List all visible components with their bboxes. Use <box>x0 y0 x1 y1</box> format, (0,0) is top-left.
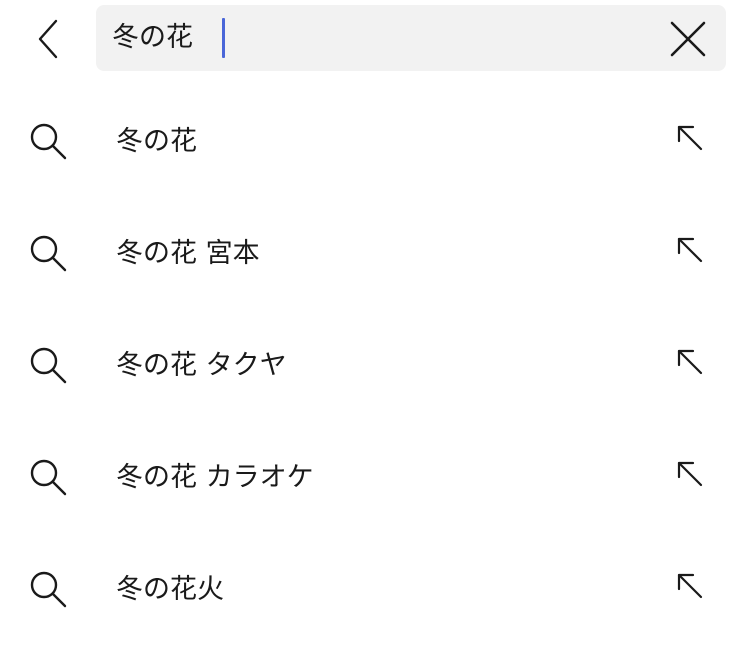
search-icon <box>28 233 68 273</box>
suggestion-label: 冬の花 <box>116 126 197 157</box>
search-bar: 冬の花 <box>96 5 726 71</box>
search-query: 冬の花 <box>112 22 193 53</box>
search-icon <box>28 345 68 385</box>
search-icon <box>28 569 68 609</box>
text-caret <box>222 18 225 58</box>
suggestion-label: 冬の花火 <box>116 574 224 605</box>
suggestion-label: 冬の花 タクヤ <box>116 350 287 381</box>
suggestion-item[interactable]: 冬の花 宮本 <box>0 210 750 322</box>
suggestion-label: 冬の花 宮本 <box>116 238 260 269</box>
close-icon <box>669 20 707 58</box>
arrow-up-left-icon[interactable] <box>670 566 710 606</box>
arrow-up-left-icon[interactable] <box>670 454 710 494</box>
suggestion-item[interactable]: 冬の花 タクヤ <box>0 322 750 434</box>
chevron-left-icon <box>32 17 62 61</box>
arrow-up-left-icon[interactable] <box>670 342 710 382</box>
suggestion-item[interactable]: 冬の花 カラオケ <box>0 434 750 546</box>
arrow-up-left-icon[interactable] <box>670 230 710 270</box>
arrow-up-left-icon[interactable] <box>670 118 710 158</box>
suggestion-label: 冬の花 カラオケ <box>116 462 314 493</box>
suggestion-item[interactable]: 冬の花火 <box>0 546 750 658</box>
search-input[interactable]: 冬の花 <box>112 18 652 58</box>
search-icon <box>28 121 68 161</box>
back-button[interactable] <box>22 14 72 64</box>
search-icon <box>28 457 68 497</box>
suggestion-item[interactable]: 冬の花 <box>0 98 750 210</box>
clear-button[interactable] <box>668 19 708 59</box>
